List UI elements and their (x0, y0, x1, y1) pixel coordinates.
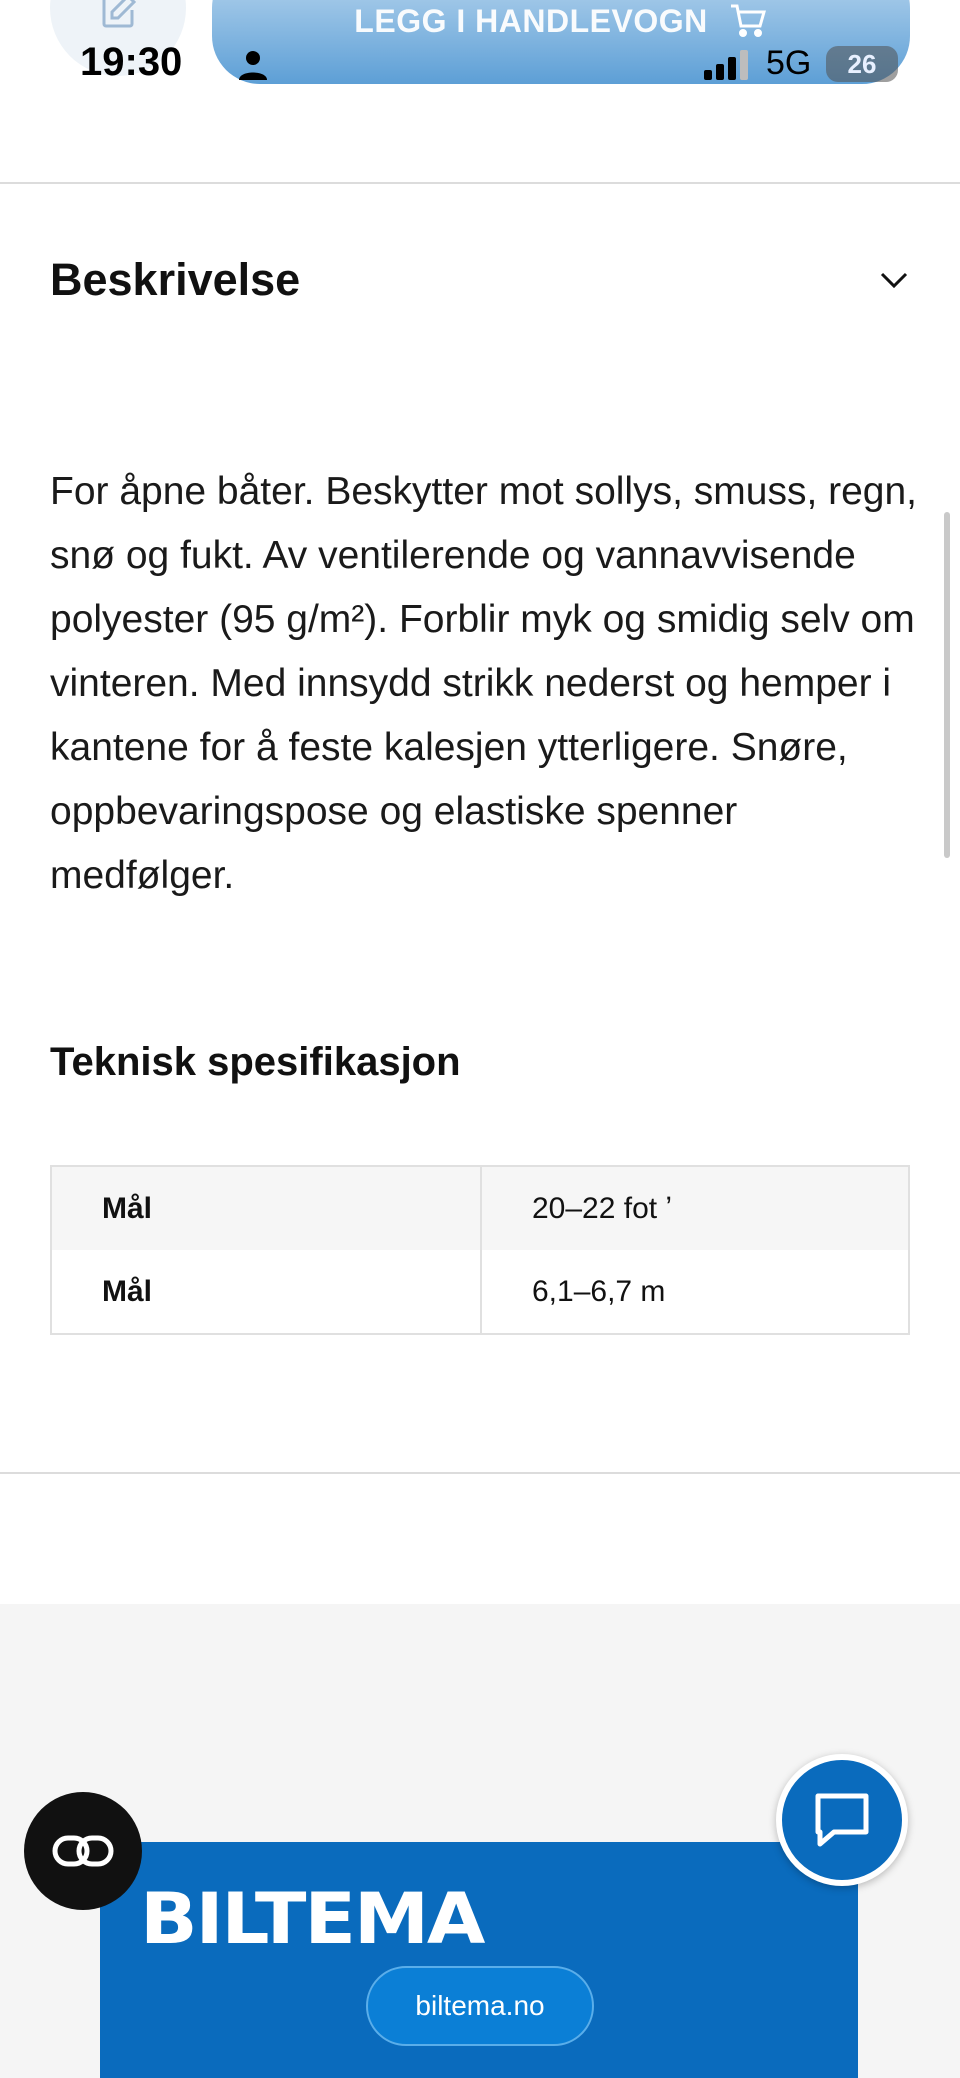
person-icon (239, 51, 267, 80)
table-row: Mål 20–22 fot ʼ (51, 1166, 909, 1250)
brand-banner: BILTEMA biltema.no (100, 1842, 858, 2078)
description-accordion-header[interactable]: Beskrivelse (50, 248, 912, 312)
battery-level: 26 (826, 46, 898, 82)
status-bar: 19:30 5G 26 (0, 36, 960, 92)
chevron-down-icon (880, 272, 908, 289)
cookie-settings-icon (52, 1835, 114, 1867)
site-link[interactable]: biltema.no (366, 1966, 594, 2046)
description-title: Beskrivelse (50, 254, 301, 305)
table-row: Mål 6,1–6,7 m (51, 1250, 909, 1334)
divider (0, 1472, 960, 1474)
chat-button[interactable] (776, 1754, 908, 1886)
status-time: 19:30 (80, 40, 183, 84)
spec-label: Mål (51, 1250, 482, 1334)
edit-icon (102, 0, 137, 28)
divider (0, 182, 960, 184)
cookie-settings-button[interactable] (24, 1792, 142, 1910)
sticky-action-bar: LEGG I HANDLEVOGN 19:30 5G 26 (0, 0, 960, 182)
chat-icon (815, 1793, 869, 1847)
spec-table: Mål 20–22 fot ʼ Mål 6,1–6,7 m (50, 1165, 910, 1335)
cart-icon (730, 4, 766, 37)
spec-value: 6,1–6,7 m (532, 1274, 666, 1308)
signal-icon (704, 50, 748, 80)
add-to-cart-label: LEGG I HANDLEVOGN (354, 3, 708, 39)
spec-value: 20–22 fot ʼ (481, 1166, 909, 1250)
description-text: For åpne båter. Beskytter mot sollys, sm… (50, 470, 918, 897)
brand-logo: BILTEMA (140, 1878, 485, 1960)
network-type: 5G (766, 44, 812, 82)
scrollbar[interactable] (944, 512, 950, 858)
spec-title: Teknisk spesifikasjon (50, 1040, 461, 1084)
spec-label: Mål (51, 1166, 482, 1250)
